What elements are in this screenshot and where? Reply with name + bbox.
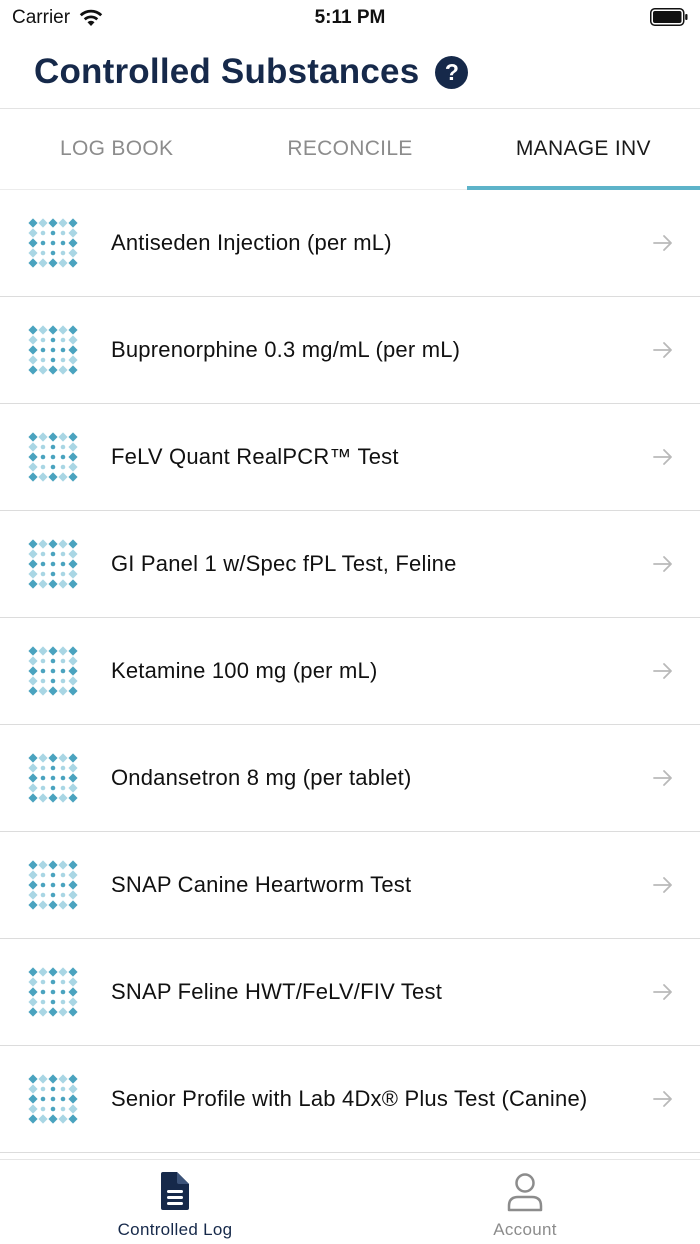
page-title: Controlled Substances [34, 52, 420, 91]
arrow-right-icon [653, 663, 672, 679]
person-icon [507, 1173, 543, 1212]
list-item[interactable]: FeLV Quant RealPCR™ Test [0, 404, 700, 511]
arrow-right-icon [653, 984, 672, 1000]
arrow-right-icon [653, 342, 672, 358]
arrow-right-icon [653, 1091, 672, 1107]
bottom-tab-bar: Controlled Log Account [0, 1159, 700, 1244]
inventory-list: Antiseden Injection (per mL) Buprenorphin… [0, 190, 700, 1173]
arrow-right-icon [653, 556, 672, 572]
item-label: SNAP Canine Heartworm Test [111, 872, 412, 897]
item-label: Ketamine 100 mg (per mL) [111, 658, 378, 683]
list-item[interactable]: Antiseden Injection (per mL) [0, 190, 700, 297]
list-item[interactable]: Ondansetron 8 mg (per tablet) [0, 725, 700, 832]
tab-log-book[interactable]: LOG BOOK [0, 109, 233, 189]
product-grid-icon [28, 1074, 78, 1124]
item-label: Senior Profile with Lab 4Dx® Plus Test (… [111, 1086, 588, 1111]
segment-tabs: LOG BOOK RECONCILE MANAGE INV [0, 109, 700, 190]
product-grid-icon [28, 967, 78, 1017]
product-grid-icon [28, 539, 78, 589]
list-item[interactable]: Senior Profile with Lab 4Dx® Plus Test (… [0, 1046, 700, 1153]
help-icon: ? [444, 58, 459, 85]
item-label: Ondansetron 8 mg (per tablet) [111, 765, 412, 790]
help-button[interactable]: ? [435, 55, 469, 89]
nav-account[interactable]: Account [350, 1160, 700, 1244]
item-label: GI Panel 1 w/Spec fPL Test, Feline [111, 551, 457, 576]
item-label: SNAP Feline HWT/FeLV/FIV Test [111, 979, 443, 1004]
status-time: 5:11 PM [314, 7, 386, 28]
nav-account-label: Account [493, 1220, 557, 1239]
item-label: Antiseden Injection (per mL) [111, 230, 392, 255]
item-label: FeLV Quant RealPCR™ Test [111, 444, 399, 469]
tab-manage-inv[interactable]: MANAGE INV [466, 109, 700, 190]
list-item[interactable]: SNAP Feline HWT/FeLV/FIV Test [0, 939, 700, 1046]
list-item[interactable]: Ketamine 100 mg (per mL) [0, 618, 700, 725]
battery-icon [650, 8, 688, 26]
nav-controlled-log-label: Controlled Log [117, 1220, 233, 1239]
product-grid-icon [28, 325, 78, 375]
tab-reconcile[interactable]: RECONCILE [233, 109, 466, 189]
header: Controlled Substances ? [34, 50, 469, 94]
arrow-right-icon [653, 235, 672, 251]
arrow-right-icon [653, 877, 672, 893]
product-grid-icon [28, 753, 78, 803]
product-grid-icon [28, 432, 78, 482]
product-grid-icon [28, 646, 78, 696]
document-icon [161, 1172, 189, 1210]
status-bar: Carrier 5:11 PM [0, 0, 700, 36]
nav-controlled-log[interactable]: Controlled Log [0, 1160, 350, 1244]
app-screen: Carrier 5:11 PM Controlled Substances ? … [0, 0, 700, 1244]
product-grid-icon [28, 218, 78, 268]
list-item[interactable]: GI Panel 1 w/Spec fPL Test, Feline [0, 511, 700, 618]
arrow-right-icon [653, 770, 672, 786]
arrow-right-icon [653, 449, 672, 465]
list-item[interactable]: SNAP Canine Heartworm Test [0, 832, 700, 939]
list-item[interactable]: Buprenorphine 0.3 mg/mL (per mL) [0, 297, 700, 404]
item-label: Buprenorphine 0.3 mg/mL (per mL) [111, 337, 461, 362]
product-grid-icon [28, 860, 78, 910]
